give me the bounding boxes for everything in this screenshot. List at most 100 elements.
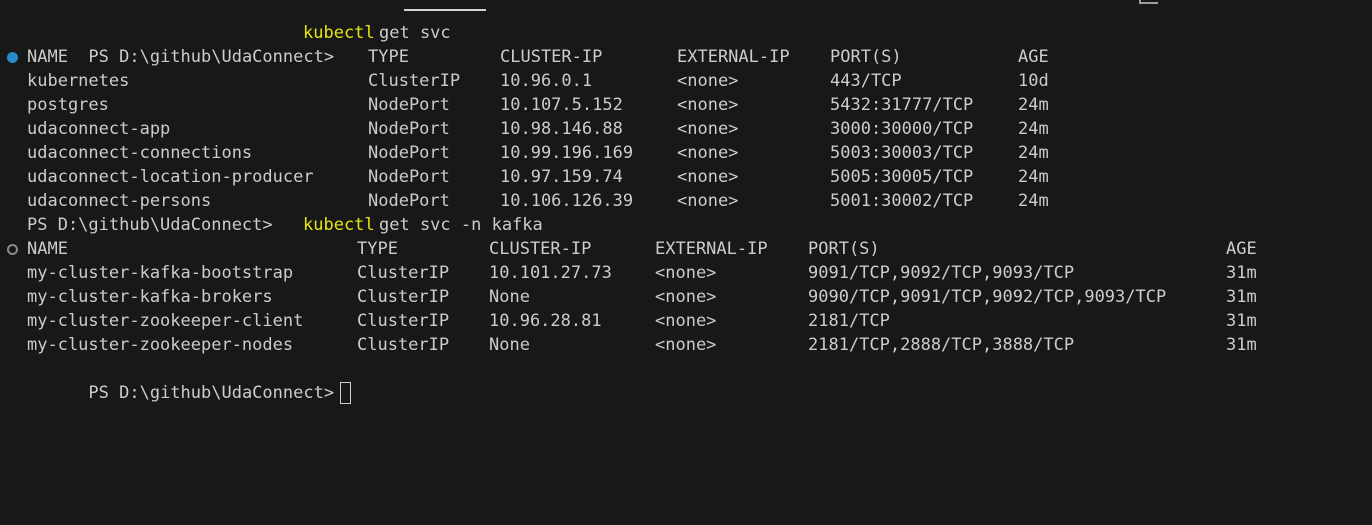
cell-age: 24m bbox=[1018, 143, 1049, 163]
prompt: PS D:\github\UdaConnect> bbox=[88, 383, 335, 403]
cell-cluster-ip: 10.98.146.88 bbox=[500, 119, 623, 139]
cell-name: my-cluster-kafka-bootstrap bbox=[27, 263, 294, 283]
table-row: kubernetes ClusterIP 10.96.0.1 <none> 44… bbox=[0, 69, 1372, 93]
cell-ports: 5001:30002/TCP bbox=[830, 191, 974, 211]
header-ports: PORT(S) bbox=[808, 239, 880, 259]
cell-name: my-cluster-zookeeper-nodes bbox=[27, 335, 294, 355]
cell-external-ip: <none> bbox=[655, 263, 717, 283]
cell-age: 31m bbox=[1226, 335, 1257, 355]
header-type: TYPE bbox=[368, 47, 409, 67]
command-program: kubectl bbox=[303, 23, 375, 43]
table-row: udaconnect-app NodePort 10.98.146.88 <no… bbox=[0, 117, 1372, 141]
command-success-decoration-icon[interactable] bbox=[7, 52, 18, 63]
cell-ports: 9091/TCP,9092/TCP,9093/TCP bbox=[808, 263, 1075, 283]
cell-name: udaconnect-location-producer bbox=[27, 167, 314, 187]
cell-type: ClusterIP bbox=[357, 287, 450, 307]
header-age: AGE bbox=[1226, 239, 1257, 259]
header-type: TYPE bbox=[357, 239, 398, 259]
command-program: kubectl bbox=[303, 215, 375, 235]
cell-ports: 9090/TCP,9091/TCP,9092/TCP,9093/TCP bbox=[808, 287, 1167, 307]
cell-name: udaconnect-persons bbox=[27, 191, 212, 211]
cell-type: ClusterIP bbox=[357, 263, 450, 283]
header-cluster-ip: CLUSTER-IP bbox=[500, 47, 603, 67]
cell-type: NodePort bbox=[368, 119, 450, 139]
cell-cluster-ip: 10.99.196.169 bbox=[500, 143, 634, 163]
cell-ports: 443/TCP bbox=[830, 71, 902, 91]
text-cursor[interactable] bbox=[340, 382, 352, 404]
header-name: NAME bbox=[27, 47, 68, 67]
table-header: NAME TYPE CLUSTER-IP EXTERNAL-IP PORT(S)… bbox=[0, 45, 1372, 69]
table-row: my-cluster-zookeeper-nodes ClusterIP Non… bbox=[0, 333, 1372, 357]
cell-external-ip: <none> bbox=[655, 311, 717, 331]
cell-external-ip: <none> bbox=[677, 167, 739, 187]
cell-age: 24m bbox=[1018, 119, 1049, 139]
command-args: get svc bbox=[379, 23, 451, 43]
table-header: NAME TYPE CLUSTER-IP EXTERNAL-IP PORT(S)… bbox=[0, 237, 1372, 261]
table-row: my-cluster-zookeeper-client ClusterIP 10… bbox=[0, 309, 1372, 333]
cell-ports: 5005:30005/TCP bbox=[830, 167, 974, 187]
cell-cluster-ip: None bbox=[489, 335, 530, 355]
cell-cluster-ip: 10.96.0.1 bbox=[500, 71, 593, 91]
cell-ports: 5432:31777/TCP bbox=[830, 95, 974, 115]
cell-cluster-ip: 10.106.126.39 bbox=[500, 191, 634, 211]
active-tab-indicator bbox=[404, 9, 486, 11]
cell-name: kubernetes bbox=[27, 71, 130, 91]
cell-name: my-cluster-zookeeper-client bbox=[27, 311, 304, 331]
cell-ports: 5003:30003/TCP bbox=[830, 143, 974, 163]
cell-external-ip: <none> bbox=[677, 71, 739, 91]
prompt: PS D:\github\UdaConnect> bbox=[27, 215, 273, 235]
cell-external-ip: <none> bbox=[677, 95, 739, 115]
table-row: my-cluster-kafka-brokers ClusterIP None … bbox=[0, 285, 1372, 309]
cell-type: ClusterIP bbox=[368, 71, 461, 91]
cell-type: NodePort bbox=[368, 167, 450, 187]
panel-edge-mark bbox=[1139, 0, 1158, 4]
cell-age: 31m bbox=[1226, 311, 1257, 331]
cell-ports: 2181/TCP bbox=[808, 311, 890, 331]
cell-type: ClusterIP bbox=[357, 335, 450, 355]
cell-ports: 2181/TCP,2888/TCP,3888/TCP bbox=[808, 335, 1075, 355]
cell-name: postgres bbox=[27, 95, 109, 115]
cell-external-ip: <none> bbox=[677, 191, 739, 211]
command-args: get svc -n kafka bbox=[379, 215, 543, 235]
prompt-wrapper: PS D:\github\UdaConnect> bbox=[27, 357, 352, 429]
command-line: PS D:\github\UdaConnect> kubectl get svc bbox=[0, 21, 1372, 67]
cell-age: 10d bbox=[1018, 71, 1049, 91]
cell-cluster-ip: 10.97.159.74 bbox=[500, 167, 623, 187]
cell-type: ClusterIP bbox=[357, 311, 450, 331]
header-cluster-ip: CLUSTER-IP bbox=[489, 239, 592, 259]
cell-external-ip: <none> bbox=[677, 143, 739, 163]
table-row: my-cluster-kafka-bootstrap ClusterIP 10.… bbox=[0, 261, 1372, 285]
table-row: postgres NodePort 10.107.5.152 <none> 54… bbox=[0, 93, 1372, 117]
cell-cluster-ip: 10.96.28.81 bbox=[489, 311, 602, 331]
command-line: PS D:\github\UdaConnect> kubectl get svc… bbox=[0, 213, 1372, 237]
table-row: udaconnect-connections NodePort 10.99.19… bbox=[0, 141, 1372, 165]
cell-age: 24m bbox=[1018, 191, 1049, 211]
cell-ports: 3000:30000/TCP bbox=[830, 119, 974, 139]
cell-age: 31m bbox=[1226, 287, 1257, 307]
cell-name: my-cluster-kafka-brokers bbox=[27, 287, 273, 307]
header-external-ip: EXTERNAL-IP bbox=[655, 239, 768, 259]
cell-name: udaconnect-connections bbox=[27, 143, 253, 163]
cell-external-ip: <none> bbox=[677, 119, 739, 139]
cell-external-ip: <none> bbox=[655, 287, 717, 307]
header-ports: PORT(S) bbox=[830, 47, 902, 67]
header-name: NAME bbox=[27, 239, 68, 259]
cell-external-ip: <none> bbox=[655, 335, 717, 355]
table-row: udaconnect-location-producer NodePort 10… bbox=[0, 165, 1372, 189]
cell-type: NodePort bbox=[368, 143, 450, 163]
input-line[interactable]: PS D:\github\UdaConnect> bbox=[0, 357, 1372, 404]
command-decoration-icon[interactable] bbox=[7, 244, 18, 255]
cell-cluster-ip: 10.101.27.73 bbox=[489, 263, 612, 283]
cell-name: udaconnect-app bbox=[27, 119, 171, 139]
cell-cluster-ip: 10.107.5.152 bbox=[500, 95, 623, 115]
table-row: udaconnect-persons NodePort 10.106.126.3… bbox=[0, 189, 1372, 213]
header-age: AGE bbox=[1018, 47, 1049, 67]
cell-cluster-ip: None bbox=[489, 287, 530, 307]
header-external-ip: EXTERNAL-IP bbox=[677, 47, 790, 67]
cell-type: NodePort bbox=[368, 95, 450, 115]
cell-age: 24m bbox=[1018, 167, 1049, 187]
terminal-output[interactable]: PS D:\github\UdaConnect> kubectl get svc… bbox=[0, 21, 1372, 404]
cell-type: NodePort bbox=[368, 191, 450, 211]
cell-age: 24m bbox=[1018, 95, 1049, 115]
cell-age: 31m bbox=[1226, 263, 1257, 283]
